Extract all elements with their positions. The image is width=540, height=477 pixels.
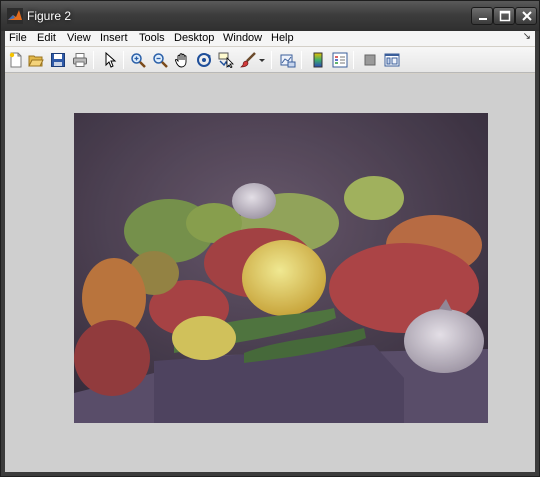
dock-figure-icon[interactable]: ↘: [523, 31, 531, 42]
close-button[interactable]: [515, 7, 537, 25]
peppers-image-graphic: [74, 113, 488, 423]
open-folder-icon: [28, 55, 44, 67]
menu-desktop[interactable]: Desktop: [174, 32, 214, 44]
link-plot-button[interactable]: [279, 51, 297, 69]
brush-button[interactable]: [239, 51, 257, 69]
show-plot-tools-icon: [384, 53, 400, 67]
save-button[interactable]: [49, 51, 67, 69]
data-cursor-icon: [218, 52, 234, 68]
colorbar-icon: [313, 52, 323, 68]
brush-dropdown-button[interactable]: [257, 51, 265, 69]
select-arrow-icon: [105, 52, 117, 68]
close-icon: [522, 11, 532, 21]
open-file-button[interactable]: [27, 51, 45, 69]
toolbar-separator: [93, 51, 94, 69]
title-bar[interactable]: Figure 2: [1, 1, 539, 31]
insert-colorbar-button[interactable]: [309, 51, 327, 69]
maximize-button[interactable]: [493, 7, 515, 25]
matlab-logo-icon: [7, 8, 23, 24]
insert-legend-button[interactable]: [331, 51, 349, 69]
chevron-down-icon: [259, 59, 265, 62]
menu-bar: File Edit View Insert Tools Desktop Wind…: [5, 31, 535, 46]
figure-toolbar: [5, 47, 535, 73]
hide-plot-tools-button[interactable]: [361, 51, 379, 69]
minimize-button[interactable]: [471, 7, 493, 25]
print-button[interactable]: [71, 51, 89, 69]
rotate-3d-icon: [197, 53, 211, 67]
save-icon: [51, 53, 65, 67]
rotate-3d-button[interactable]: [195, 51, 213, 69]
menu-file[interactable]: File: [9, 32, 27, 44]
menu-window[interactable]: Window: [223, 32, 262, 44]
peppers-image[interactable]: [74, 113, 488, 423]
window-title: Figure 2: [27, 9, 72, 23]
zoom-in-icon: [131, 53, 146, 68]
figure-window: Figure 2 File Edit View Insert Tools Des…: [0, 0, 540, 477]
minimize-icon: [479, 18, 487, 20]
menu-insert[interactable]: Insert: [100, 32, 128, 44]
show-plot-tools-button[interactable]: [383, 51, 401, 69]
new-figure-button[interactable]: [7, 51, 25, 69]
data-cursor-button[interactable]: [217, 51, 235, 69]
zoom-out-icon: [153, 53, 168, 68]
legend-icon: [332, 52, 348, 68]
toolbar-separator: [301, 51, 302, 69]
menu-view[interactable]: View: [67, 32, 91, 44]
menu-help[interactable]: Help: [271, 32, 294, 44]
print-icon: [73, 53, 87, 67]
pan-button[interactable]: [173, 51, 191, 69]
toolbar-separator: [353, 51, 354, 69]
toolbar-separator: [271, 51, 272, 69]
client-area: File Edit View Insert Tools Desktop Wind…: [5, 31, 535, 472]
zoom-in-button[interactable]: [129, 51, 147, 69]
edit-plot-button[interactable]: [101, 51, 119, 69]
new-file-icon: [9, 52, 22, 68]
toolbar-separator: [123, 51, 124, 69]
figure-canvas[interactable]: [5, 74, 535, 472]
brush-icon: [240, 52, 256, 68]
maximize-icon: [499, 10, 511, 22]
link-plot-icon: [280, 54, 296, 68]
hide-plot-tools-icon: [364, 54, 376, 66]
pan-hand-icon: [174, 53, 187, 68]
menu-edit[interactable]: Edit: [37, 32, 56, 44]
zoom-out-button[interactable]: [151, 51, 169, 69]
menu-tools[interactable]: Tools: [139, 32, 165, 44]
